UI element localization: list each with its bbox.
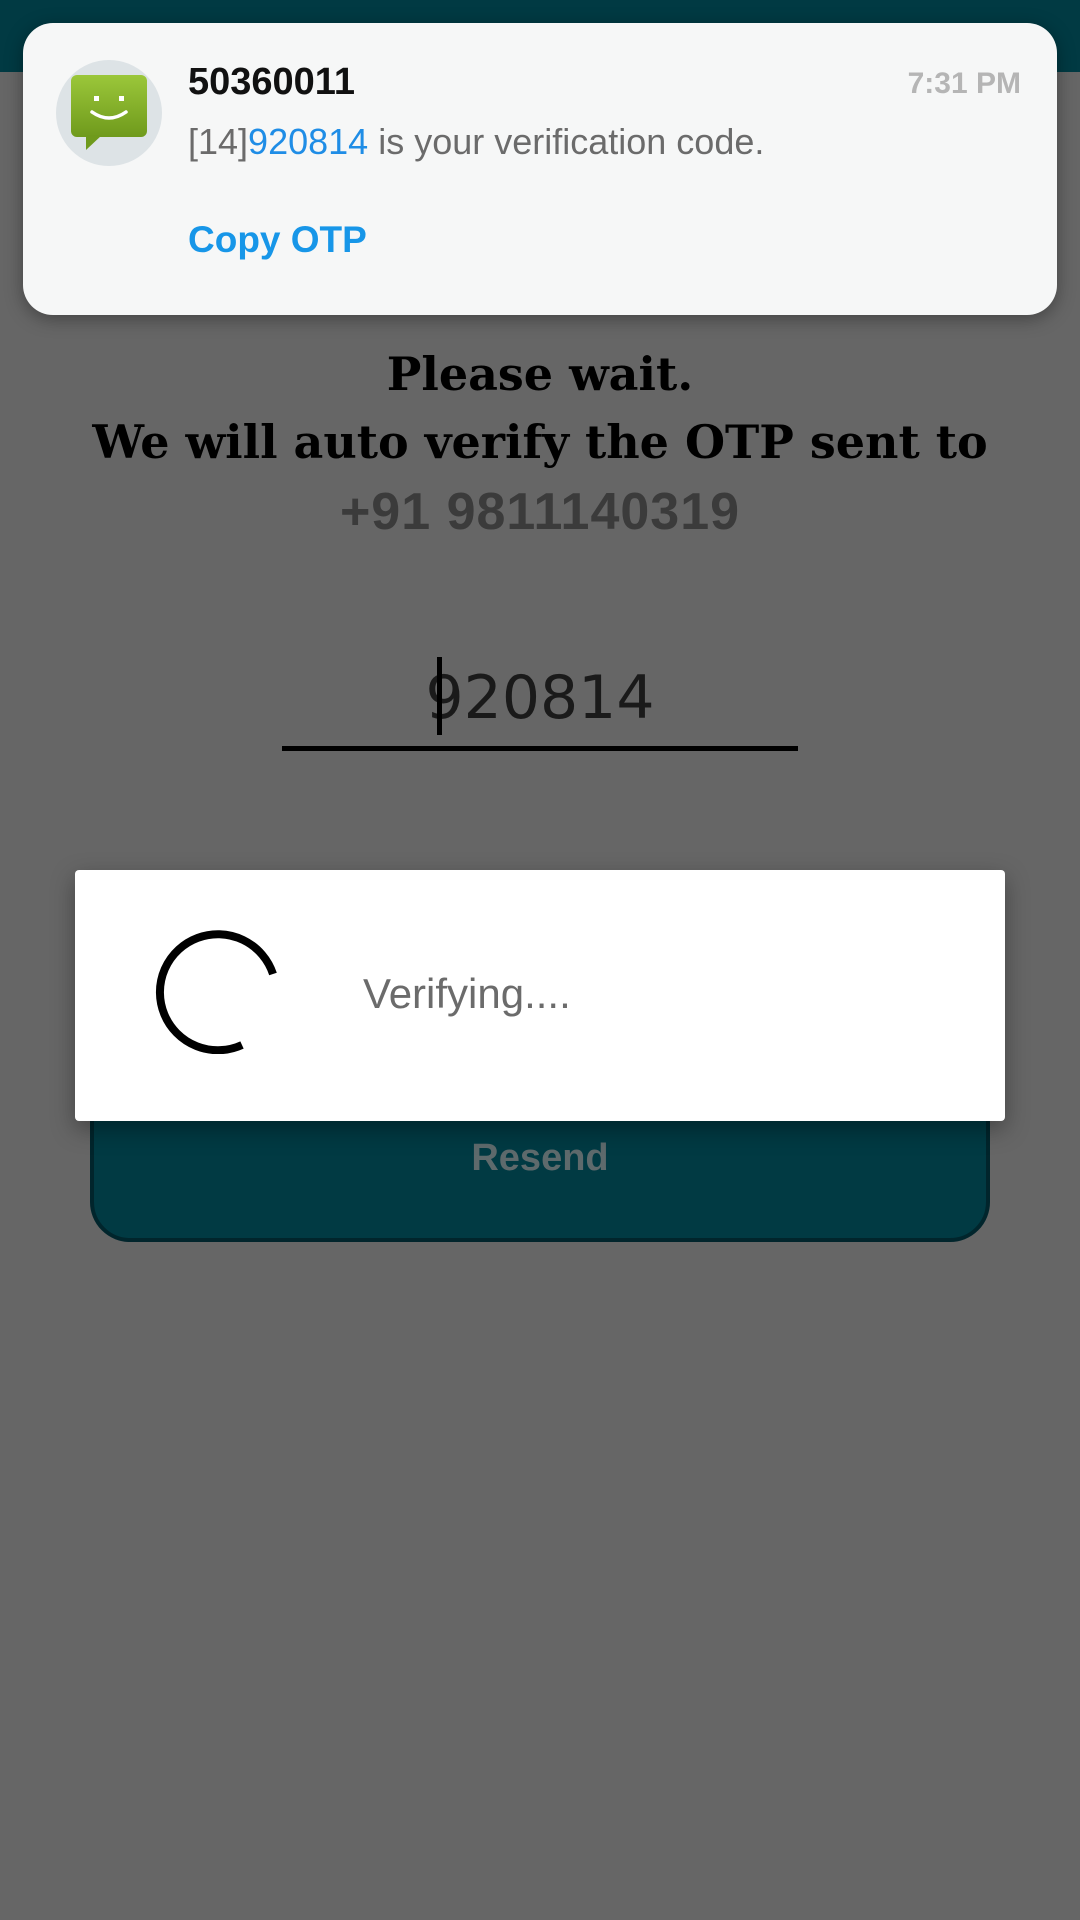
- sms-smiley-icon: [71, 75, 147, 150]
- message-code[interactable]: 920814: [248, 121, 368, 162]
- sms-notification[interactable]: 50360011 7:31 PM [14]920814 is your veri…: [23, 23, 1057, 315]
- message-prefix: [14]: [188, 121, 249, 162]
- message-suffix: is your verification code.: [368, 121, 765, 162]
- text-cursor: [437, 657, 442, 735]
- copy-otp-button[interactable]: Copy OTP: [188, 219, 367, 261]
- otp-input[interactable]: [282, 650, 798, 751]
- notification-time: 7:31 PM: [907, 67, 1021, 100]
- loading-spinner-icon: [155, 930, 277, 1054]
- dialog-message: Verifying....: [363, 970, 571, 1017]
- verifying-dialog: Verifying....: [75, 870, 1005, 1121]
- notification-sender: 50360011: [188, 61, 355, 103]
- instruction-text: Please wait. We will auto verify the OTP…: [0, 340, 1080, 476]
- instruction-line-2: We will auto verify the OTP sent to: [92, 415, 988, 469]
- notification-message: [14]920814 is your verification code.: [188, 121, 764, 163]
- instruction-line-1: Please wait.: [386, 347, 694, 401]
- phone-number: +91 9811140319: [339, 483, 741, 541]
- messages-app-icon: [56, 60, 162, 166]
